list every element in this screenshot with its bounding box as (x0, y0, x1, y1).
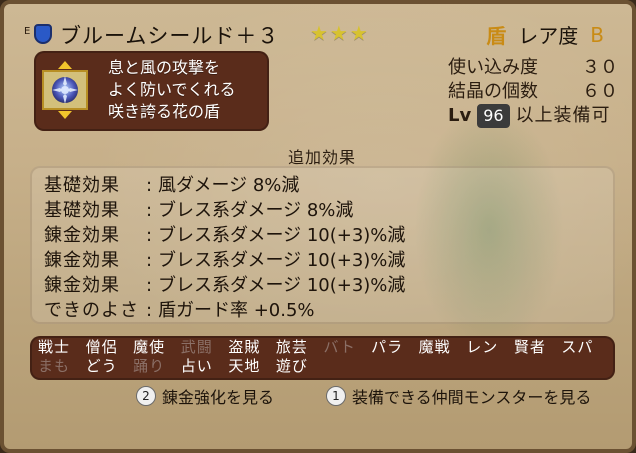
effects-title: 追加効果 (287, 148, 356, 167)
job-ranger: レン (466, 338, 499, 356)
effect-separator: : (146, 175, 153, 196)
job-tool-user: どう (85, 357, 118, 375)
effects-list: 基礎効果 : 風ダメージ 8%減 基礎効果 : ブレス系ダメージ 8%減 錬金効… (44, 173, 605, 323)
effect-row: 錬金効果 : ブレス系ダメージ 10(+3)%減 (44, 273, 605, 298)
usage-value: ３０ (582, 57, 618, 78)
job-minstrel: 旅芸 (275, 338, 308, 356)
effect-separator: : (146, 225, 153, 246)
level-requirement-row: Lv 96 以上装備可 (448, 104, 618, 128)
description-line: よく防いでくれる (108, 80, 236, 99)
effect-separator: : (146, 250, 153, 271)
footer-hints: 2 錬金強化を見る 1 装備できる仲間モンスターを見る (4, 384, 636, 408)
effect-type: 基礎効果 (44, 175, 120, 196)
job-fortune-teller: 占い (180, 357, 213, 375)
job-mage: 魔使 (133, 338, 166, 356)
effect-text: ブレス系ダメージ 10(+3)%減 (158, 275, 406, 296)
effect-type: 錬金効果 (44, 275, 120, 296)
effect-text: ブレス系ダメージ 10(+3)%減 (158, 250, 406, 271)
controller-button-2-icon: 2 (136, 386, 156, 406)
hint-alchemy[interactable]: 2 錬金強化を見る (136, 384, 274, 408)
job-sage: 賢者 (513, 338, 546, 356)
item-details-panel: E ブルームシールド＋３ ★★★ 盾 レア度 B 息と風の攻撃を よく防いでくれ… (0, 0, 636, 453)
job-priest: 僧侶 (85, 338, 118, 356)
job-paladin: パラ (371, 338, 404, 356)
usage-stat-row: 使い込み度 ３０ (448, 56, 618, 80)
effect-text: ブレス系ダメージ 10(+3)%減 (158, 225, 406, 246)
job-warrior: 戦士 (38, 338, 71, 356)
effect-row: 錬金効果 : ブレス系ダメージ 10(+3)%減 (44, 223, 605, 248)
item-name: ブルームシールド＋３ (60, 24, 280, 48)
job-monster-master: まも (38, 357, 71, 375)
job-battlemaster: バト (323, 338, 356, 356)
effect-row: 基礎効果 : ブレス系ダメージ 8%減 (44, 198, 605, 223)
description-line: 咲き誇る花の盾 (108, 102, 221, 121)
crystal-value: ６０ (582, 81, 618, 102)
job-armamentalist: 魔戦 (418, 338, 451, 356)
item-stats: 使い込み度 ３０ 結晶の個数 ６０ Lv 96 以上装備可 (448, 56, 618, 128)
item-description-box: 息と風の攻撃を よく防いでくれる 咲き誇る花の盾 (34, 51, 269, 131)
job-martial-artist: 武闘 (180, 338, 213, 356)
crystal-label: 結晶の個数 (448, 81, 538, 102)
arrow-up-icon[interactable] (58, 61, 72, 69)
hint-monsters[interactable]: 1 装備できる仲間モンスターを見る (326, 384, 591, 408)
item-title-bar: E ブルームシールド＋３ ★★★ 盾 レア度 B (22, 18, 622, 48)
item-description: 息と風の攻撃を よく防いでくれる 咲き誇る花の盾 (108, 57, 236, 123)
job-thief: 盗賊 (228, 338, 261, 356)
crystal-stat-row: 結晶の個数 ６０ (448, 80, 618, 104)
rarity-indicator: 盾 レア度 B (486, 20, 604, 49)
equipped-flag: E (24, 26, 31, 37)
level-label: Lv (448, 105, 472, 126)
usage-label: 使い込み度 (448, 57, 538, 78)
equipment-slot-shield-icon (34, 24, 52, 44)
controller-button-1-icon: 1 (326, 386, 346, 406)
effect-separator: : (146, 275, 153, 296)
effect-row: 基礎効果 : 風ダメージ 8%減 (44, 173, 605, 198)
arrow-down-icon[interactable] (58, 111, 72, 119)
equippable-jobs-box: 戦士 僧侶 魔使 武闘 盗賊 旅芸 バト パラ 魔戦 レン 賢者 スパ まも ど… (30, 336, 615, 380)
jobs-grid: 戦士 僧侶 魔使 武闘 盗賊 旅芸 バト パラ 魔戦 レン 賢者 スパ まも ど… (38, 338, 609, 376)
effect-text: ブレス系ダメージ 8%減 (158, 200, 354, 221)
shield-category-icon: 盾 (486, 24, 507, 48)
rarity-label: レア度 (518, 24, 579, 48)
effect-separator: : (146, 200, 153, 221)
effect-row: できのよさ : 盾ガード率 +0.5% (44, 298, 605, 323)
level-suffix: 以上装備可 (515, 105, 611, 126)
job-superstar: スパ (561, 338, 594, 356)
effect-type: 基礎効果 (44, 200, 120, 221)
hint-monsters-label: 装備できる仲間モンスターを見る (352, 388, 592, 407)
description-line: 息と風の攻撃を (108, 58, 221, 77)
hint-alchemy-label: 錬金強化を見る (162, 388, 275, 407)
effect-row: 錬金効果 : ブレス系ダメージ 10(+3)%減 (44, 248, 605, 273)
rarity-rank: B (590, 22, 604, 47)
item-icon-selector[interactable] (42, 61, 88, 119)
effect-separator: : (146, 300, 153, 321)
job-tenchi: 天地 (228, 357, 261, 375)
effect-text: 風ダメージ 8%減 (158, 175, 300, 196)
item-stars: ★★★ (310, 21, 370, 45)
effects-panel: 基礎効果 : 風ダメージ 8%減 基礎効果 : ブレス系ダメージ 8%減 錬金効… (30, 166, 615, 324)
effect-type: 錬金効果 (44, 225, 120, 246)
effect-text: 盾ガード率 +0.5% (158, 300, 315, 321)
effect-type: 錬金効果 (44, 250, 120, 271)
effect-type: できのよさ (44, 300, 139, 321)
item-icon-frame (42, 70, 88, 110)
bloom-shield-icon (52, 76, 78, 104)
job-gadabout: 遊び (275, 357, 308, 375)
level-value: 96 (477, 104, 510, 128)
job-dancer: 踊り (133, 357, 166, 375)
